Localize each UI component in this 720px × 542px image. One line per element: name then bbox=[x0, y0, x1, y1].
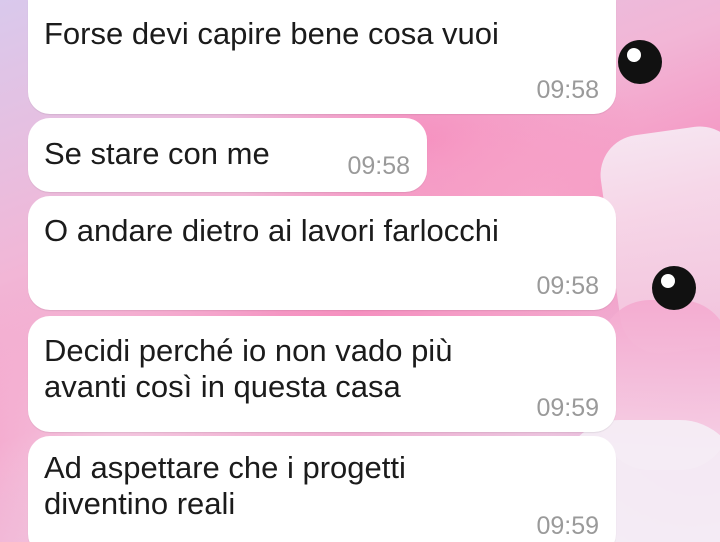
message-timestamp: 09:59 bbox=[536, 512, 599, 540]
message-timestamp: 09:58 bbox=[536, 272, 599, 300]
message-text: O andare dietro ai lavori farlocchi bbox=[44, 213, 499, 248]
message-bubble[interactable]: O andare dietro ai lavori farlocchi 09:5… bbox=[28, 196, 616, 310]
message-text: Decidi perché io non vado più avanti cos… bbox=[44, 333, 453, 404]
message-text: Forse devi capire bene cosa vuoi bbox=[44, 16, 499, 51]
message-bubble[interactable]: Forse devi capire bene cosa vuoi 09:58 bbox=[28, 0, 616, 114]
wallpaper-eye-icon bbox=[618, 40, 662, 84]
message-timestamp: 09:58 bbox=[347, 152, 410, 180]
message-timestamp: 09:58 bbox=[536, 76, 599, 104]
message-bubble[interactable]: Se stare con me 09:58 bbox=[28, 118, 427, 192]
message-timestamp: 09:59 bbox=[536, 394, 599, 422]
message-text: Ad aspettare che i progetti diventino re… bbox=[44, 450, 406, 521]
wallpaper-eye-icon bbox=[652, 266, 696, 310]
message-bubble[interactable]: Ad aspettare che i progetti diventino re… bbox=[28, 436, 616, 542]
message-text: Se stare con me bbox=[44, 136, 270, 171]
message-bubble[interactable]: Decidi perché io non vado più avanti cos… bbox=[28, 316, 616, 432]
